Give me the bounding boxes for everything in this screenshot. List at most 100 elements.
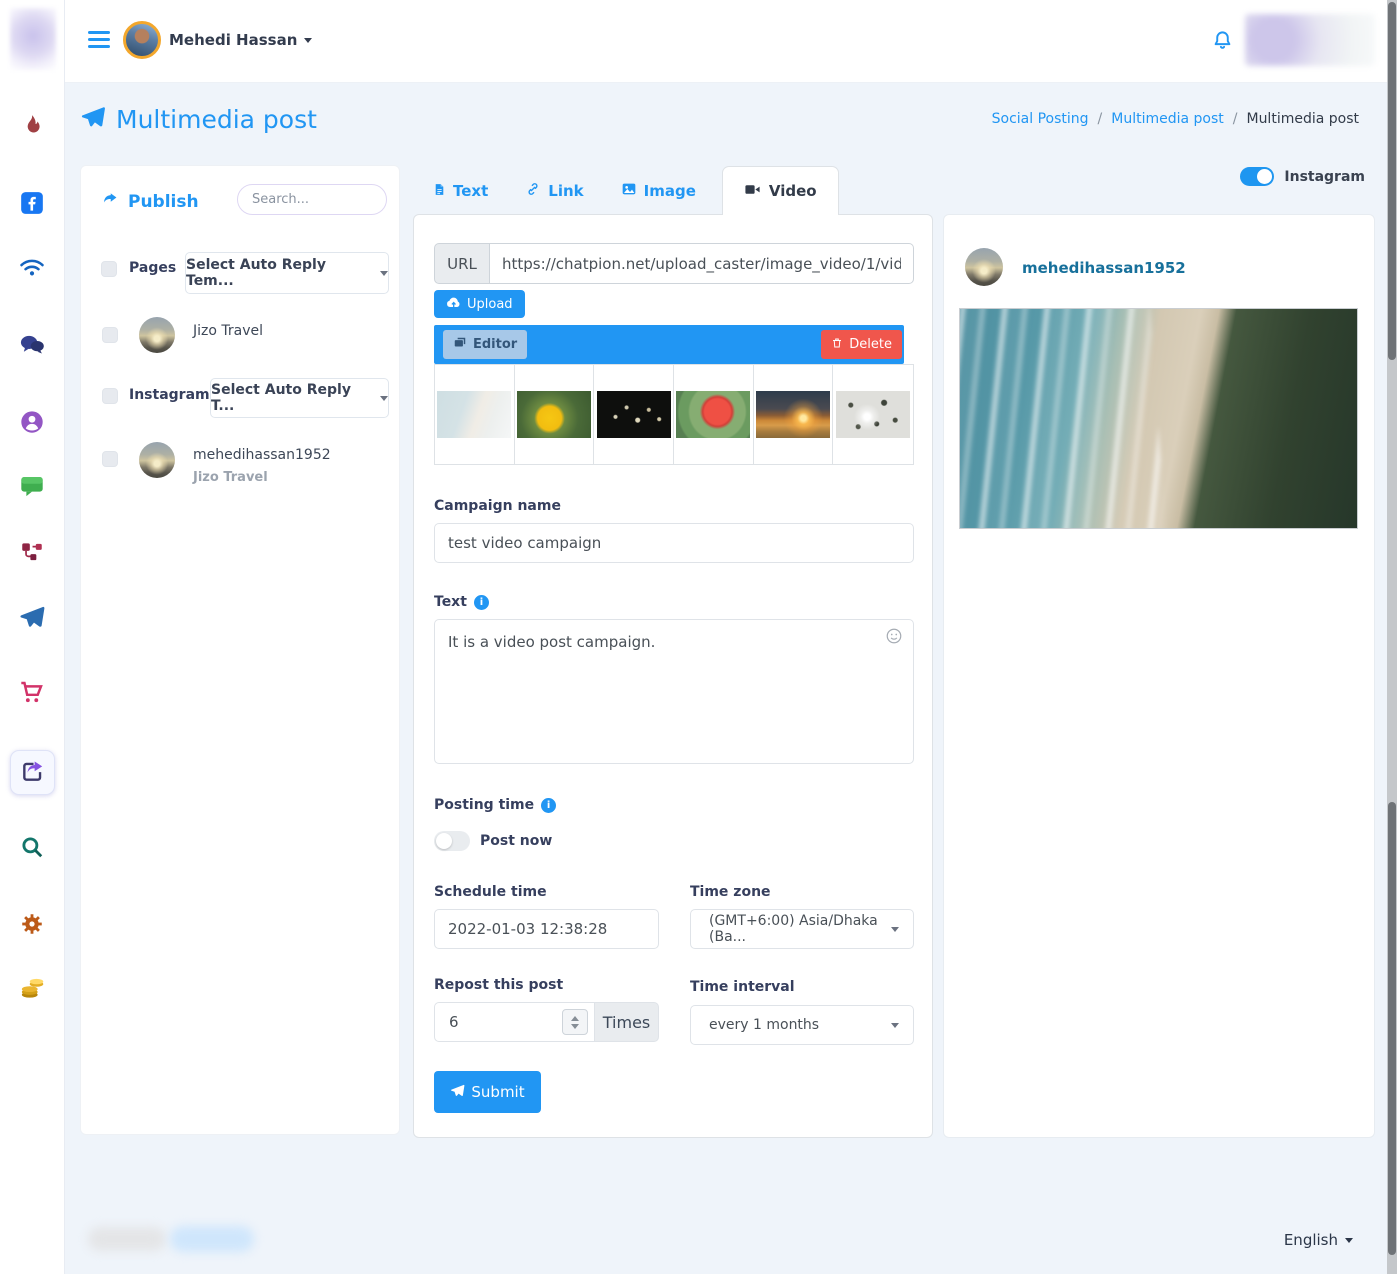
search-input[interactable]	[237, 184, 387, 215]
tab-text[interactable]: Text	[433, 182, 488, 200]
sidebar-item-settings[interactable]	[19, 911, 45, 941]
sidebar-item-wifi[interactable]	[18, 254, 46, 286]
bell-icon[interactable]	[1211, 29, 1234, 56]
campaign-name-input[interactable]	[434, 523, 914, 563]
video-frame-thumbnail[interactable]	[754, 365, 834, 464]
posting-time-label-text: Posting time	[434, 797, 534, 813]
sidebar-item-flame[interactable]	[19, 113, 45, 143]
chat-icon	[18, 331, 46, 363]
time-interval-label: Time interval	[690, 979, 795, 995]
video-frame-thumbnail[interactable]	[515, 365, 595, 464]
user-name-label: Mehedi Hassan	[169, 31, 297, 49]
preview-username: mehedihassan1952	[1022, 259, 1186, 277]
caret-down-icon	[1345, 1238, 1353, 1243]
delete-label: Delete	[849, 337, 892, 352]
video-frame-thumbnail[interactable]	[594, 365, 674, 464]
blurred-footer-link	[170, 1226, 254, 1252]
info-icon[interactable]	[541, 798, 556, 813]
breadcrumb-multimedia-post[interactable]: Multimedia post	[1111, 111, 1224, 127]
sidebar-item-search[interactable]	[19, 834, 45, 864]
language-dropdown[interactable]: English	[1284, 1231, 1353, 1249]
instagram-template-value: Select Auto Reply T...	[211, 382, 372, 414]
telegram-icon	[19, 604, 46, 635]
video-editor-toolbar: Editor Delete	[434, 325, 904, 364]
video-frame-thumbnail[interactable]	[435, 365, 515, 464]
breadcrumb: Social Posting / Multimedia post / Multi…	[992, 111, 1359, 127]
pages-checkbox[interactable]	[101, 261, 117, 277]
stepper-up-icon[interactable]	[571, 1016, 579, 1021]
schedule-time-input[interactable]	[434, 909, 659, 949]
sidebar-item-flowchart[interactable]	[19, 539, 45, 569]
delete-button[interactable]: Delete	[821, 330, 902, 359]
video-url-input[interactable]	[490, 243, 914, 284]
scrollbar-thumb[interactable]	[1388, 802, 1396, 1255]
upload-button[interactable]: Upload	[434, 290, 525, 318]
video-frame-thumbnail[interactable]	[674, 365, 754, 464]
tab-link[interactable]: Link	[525, 181, 583, 201]
sidebar-item-chat[interactable]	[18, 331, 46, 363]
posting-time-label: Posting time	[434, 797, 556, 813]
time-zone-label: Time zone	[690, 884, 771, 900]
user-menu[interactable]: Mehedi Hassan	[169, 31, 312, 49]
cart-icon	[19, 679, 46, 710]
instagram-preview-toggle[interactable]	[1240, 167, 1274, 186]
video-frame-thumbnail[interactable]	[833, 365, 913, 464]
time-zone-select[interactable]: (GMT+6:00) Asia/Dhaka (Ba...	[690, 909, 914, 949]
caret-down-icon	[380, 271, 388, 276]
smiley-icon[interactable]	[885, 627, 903, 649]
tab-image[interactable]: Image	[621, 181, 696, 201]
sidebar-item-facebook[interactable]	[19, 190, 45, 220]
image-icon	[621, 181, 637, 201]
time-interval-select[interactable]: every 1 months	[690, 1005, 914, 1045]
sidebar-item-user[interactable]	[19, 409, 46, 440]
post-now-toggle[interactable]	[434, 831, 470, 851]
post-text-textarea[interactable]: It is a video post campaign.	[434, 619, 914, 764]
sidebar-item-sms[interactable]	[19, 473, 46, 504]
preview-avatar	[965, 248, 1003, 286]
instagram-account-name[interactable]: mehedihassan1952	[193, 447, 331, 463]
publish-label: Publish	[128, 192, 199, 212]
tab-video-active[interactable]: Video	[722, 166, 839, 215]
time-interval-value: every 1 months	[709, 1017, 819, 1033]
sidebar-item-cart[interactable]	[19, 679, 46, 710]
submit-label: Submit	[471, 1083, 524, 1101]
sidebar-item-social-posting-active[interactable]	[10, 750, 55, 795]
instagram-template-dropdown[interactable]: Select Auto Reply T...	[210, 378, 389, 418]
video-icon	[744, 181, 761, 202]
file-text-icon	[433, 182, 446, 200]
breadcrumb-current: Multimedia post	[1246, 111, 1359, 127]
submit-button[interactable]: Submit	[434, 1071, 541, 1113]
number-stepper[interactable]	[562, 1009, 588, 1035]
sidebar-item-payments[interactable]	[19, 975, 46, 1006]
scrollbar[interactable]	[1387, 0, 1397, 1274]
menu-icon[interactable]	[88, 31, 110, 52]
editor-label: Editor	[473, 337, 517, 352]
app-logo	[10, 8, 56, 70]
stepper-down-icon[interactable]	[571, 1024, 579, 1029]
user-avatar[interactable]	[123, 21, 161, 59]
instagram-label: Instagram	[129, 387, 210, 403]
scrollbar-thumb[interactable]	[1388, 2, 1396, 360]
paper-plane-icon	[450, 1083, 465, 1102]
info-icon[interactable]	[474, 595, 489, 610]
breadcrumb-social-posting[interactable]: Social Posting	[992, 111, 1089, 127]
text-label: Text	[434, 594, 489, 610]
link-icon	[525, 181, 541, 201]
language-label: English	[1284, 1231, 1338, 1249]
editor-button[interactable]: Editor	[443, 330, 527, 359]
instagram-toggle-label: Instagram	[1284, 169, 1365, 185]
instagram-account-avatar	[139, 442, 175, 478]
pages-template-dropdown[interactable]: Select Auto Reply Tem...	[185, 252, 389, 294]
page-account-checkbox[interactable]	[102, 327, 118, 343]
page-account-name[interactable]: Jizo Travel	[193, 323, 263, 339]
instagram-account-checkbox[interactable]	[102, 451, 118, 467]
instagram-checkbox[interactable]	[102, 388, 118, 404]
video-url-group: URL	[434, 243, 914, 284]
composer-tabs: Text Link Image Video	[413, 166, 933, 215]
sidebar-item-telegram[interactable]	[19, 604, 46, 635]
sms-icon	[19, 473, 46, 504]
coins-icon	[19, 975, 46, 1006]
multimedia-post-screen: Mehedi Hassan Multimedia post Social Pos…	[0, 0, 1397, 1274]
publish-button[interactable]: Publish	[101, 190, 199, 214]
tree-branches-frame	[836, 391, 910, 438]
